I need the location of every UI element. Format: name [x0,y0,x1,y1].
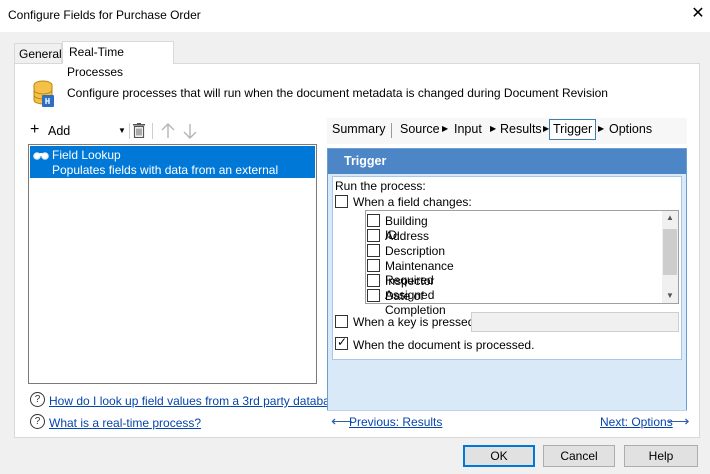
wizard-steps: Summary Source ▶ Input ▶ Results ▶ Trigg… [327,118,687,144]
step-options[interactable]: Options [609,122,652,136]
key-input[interactable] [471,312,679,332]
field-checkbox[interactable] [367,274,380,287]
field-changes-checkbox[interactable] [335,195,348,208]
toolbar-separator-2 [152,123,153,139]
help-icon: ? [30,392,45,407]
tab-general[interactable]: General [14,43,62,65]
process-list[interactable]: Field Lookup Populates fields with data … [28,144,317,384]
doc-processed-checkbox[interactable] [335,335,348,350]
cancel-button[interactable]: Cancel [543,445,615,467]
field-list[interactable]: Building ID Address Description Maintena… [365,210,679,317]
add-process-button[interactable]: Add Process [48,120,93,160]
field-list-scrollbar[interactable]: ▲ ▼ [662,211,678,303]
step-arrow-icon: ▶ [490,124,497,133]
lookup-help-link[interactable]: How do I look up field values from a 3rd… [49,394,349,408]
step-separator [391,123,392,138]
field-checkbox[interactable] [367,259,380,272]
process-description: Populates fields with data from an exter… [52,163,279,191]
step-summary[interactable]: Summary [332,122,385,136]
field-changes-label: When a field changes: [353,195,472,209]
close-icon[interactable]: ✕ [688,4,708,24]
help-button[interactable]: Help [624,445,698,467]
scroll-down-icon[interactable]: ▼ [662,289,678,303]
arrow-right-icon[interactable]: ⟶ [668,412,690,430]
tab-real-time-processes-label: Real-Time Processes [67,45,124,79]
step-trigger[interactable]: Trigger [549,119,597,140]
trash-icon[interactable] [133,123,145,138]
title-bar: Configure Fields for Purchase Order ✕ [0,0,710,32]
ok-button[interactable]: OK [463,445,535,467]
field-label: Description [385,244,446,258]
scrollbar-thumb[interactable] [663,229,677,275]
wizard-footer: ⟵ Previous: Results Next: Options ⟶ [327,410,690,432]
realtime-help-link[interactable]: What is a real-time process? [49,416,201,430]
key-pressed-label: When a key is pressed: [353,315,478,329]
field-checkbox[interactable] [367,229,380,242]
step-input[interactable]: Input [454,122,482,136]
tab-real-time-processes[interactable]: Real-Time Processes [62,41,174,79]
toolbar-separator [129,123,130,139]
list-item[interactable]: Field Lookup Populates fields with data … [30,146,315,191]
scroll-up-icon[interactable]: ▲ [662,211,678,225]
field-label: Date of Completion [385,289,446,317]
key-pressed-checkbox[interactable] [335,315,348,328]
run-process-label: Run the process: [335,179,426,193]
tab-general-label: General [19,47,62,61]
next-link[interactable]: Next: Options [600,415,673,429]
database-icon [33,80,54,107]
step-results[interactable]: Results [500,122,542,136]
step-arrow-icon: ▶ [442,124,449,133]
window-title: Configure Fields for Purchase Order [8,8,201,22]
step-arrow-icon: ▶ [598,124,605,133]
field-checkbox[interactable] [367,244,380,257]
field-checkbox[interactable] [367,289,380,302]
process-name: Field Lookup [52,148,121,162]
binoculars-icon [33,152,49,160]
step-source[interactable]: Source [400,122,440,136]
chevron-down-icon[interactable]: ▼ [118,120,126,142]
arrow-down-icon[interactable] [183,123,197,139]
trigger-title: Trigger [328,149,686,174]
previous-link[interactable]: Previous: Results [349,415,442,429]
field-label: Address [385,229,430,243]
header-description: Configure processes that will run when t… [67,86,608,100]
field-checkbox[interactable] [367,214,380,227]
help-icon-2: ? [30,414,45,429]
plus-icon: + [30,121,40,138]
doc-processed-label: When the document is processed. [353,338,535,352]
arrow-up-icon[interactable] [161,123,175,139]
